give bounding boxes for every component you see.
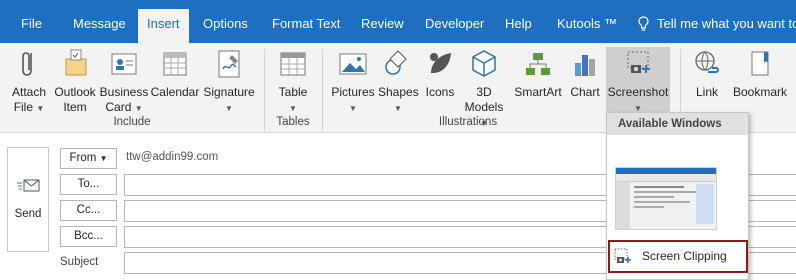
chevron-down-icon: ▼ [225, 104, 233, 113]
chevron-down-icon: ▼ [289, 104, 297, 113]
from-button[interactable]: From ▼ [60, 148, 117, 169]
send-icon [17, 179, 40, 192]
chevron-down-icon: ▼ [134, 104, 143, 113]
screenshot-icon [627, 51, 650, 73]
globe-link-icon [695, 51, 719, 73]
outlook-item-button[interactable]: Outlook Item [52, 47, 98, 117]
shapes-icon [385, 50, 407, 75]
tell-me-text: Tell me what you want to [657, 16, 796, 31]
screen-clipping-item[interactable]: Screen Clipping [608, 240, 748, 273]
smartart-button[interactable]: SmartArt [512, 47, 564, 117]
paperclip-icon [22, 52, 32, 76]
available-windows-header: Available Windows [607, 113, 748, 135]
to-button[interactable]: To... [60, 174, 117, 195]
calendar-button[interactable]: Calendar [149, 47, 201, 117]
link-button[interactable]: Link [688, 47, 726, 117]
tab-options[interactable]: Options [203, 10, 248, 43]
signature-icon [218, 50, 240, 78]
cc-button[interactable]: Cc... [60, 200, 117, 221]
screen-clipping-icon [614, 248, 631, 263]
table-icon [280, 52, 306, 76]
business-card-icon [111, 53, 137, 75]
group-tables-label: Tables [276, 116, 310, 128]
bookmark-button[interactable]: Bookmark [730, 47, 790, 117]
lightbulb-icon [638, 16, 649, 31]
send-button[interactable]: Send [7, 147, 49, 252]
screenshot-dropdown: Available Windows Screen Clipping [606, 112, 749, 280]
tab-review[interactable]: Review [361, 10, 404, 43]
ribbon-tab-bar: File Message Insert Options Format Text … [0, 0, 796, 43]
group-separator [322, 49, 323, 131]
outlook-item-icon [65, 49, 87, 76]
chevron-down-icon: ▼ [349, 104, 357, 113]
calendar-icon [163, 52, 187, 76]
pictures-button[interactable]: Pictures ▼ [330, 47, 376, 117]
tab-developer[interactable]: Developer [425, 10, 484, 43]
signature-button[interactable]: Signature ▼ [202, 47, 256, 117]
tab-insert[interactable]: Insert [138, 9, 189, 43]
icons-button[interactable]: Icons [422, 47, 458, 117]
attach-file-button[interactable]: Attach File ▼ [8, 47, 50, 117]
3d-models-button[interactable]: 3D Models ▼ [461, 47, 507, 128]
tab-help[interactable]: Help [505, 10, 532, 43]
group-separator [264, 49, 265, 131]
tab-message[interactable]: Message [73, 10, 126, 43]
group-illustrations-label: Illustrations [438, 116, 498, 128]
tab-kutools[interactable]: Kutools ™ [557, 10, 617, 43]
chevron-down-icon: ▼ [36, 104, 45, 113]
send-label: Send [14, 208, 42, 220]
tell-me-box[interactable]: Tell me what you want to [638, 10, 796, 38]
bar-chart-icon [575, 55, 595, 76]
chevron-down-icon: ▼ [394, 104, 402, 113]
bookmark-icon [751, 51, 769, 76]
window-thumbnail[interactable] [615, 167, 717, 230]
pictures-icon [339, 53, 367, 75]
screen-clipping-label: Screen Clipping [642, 249, 727, 263]
leaf-icon [430, 53, 451, 73]
shapes-button[interactable]: Shapes ▼ [378, 47, 419, 117]
cube-icon [472, 50, 496, 77]
group-include-label: Include [113, 116, 151, 128]
table-button[interactable]: Table ▼ [273, 47, 313, 117]
bcc-button[interactable]: Bcc... [60, 226, 117, 247]
tab-file[interactable]: File [21, 10, 42, 43]
chevron-down-icon: ▼ [99, 154, 108, 163]
subject-label: Subject [60, 256, 99, 268]
chart-button[interactable]: Chart [567, 47, 603, 117]
business-card-button[interactable]: Business Card ▼ [99, 47, 149, 117]
tab-format-text[interactable]: Format Text [272, 10, 340, 43]
smartart-icon [526, 53, 550, 75]
from-address: ttw@addin99.com [126, 151, 219, 163]
screenshot-button[interactable]: Screenshot ▼ [606, 47, 670, 115]
